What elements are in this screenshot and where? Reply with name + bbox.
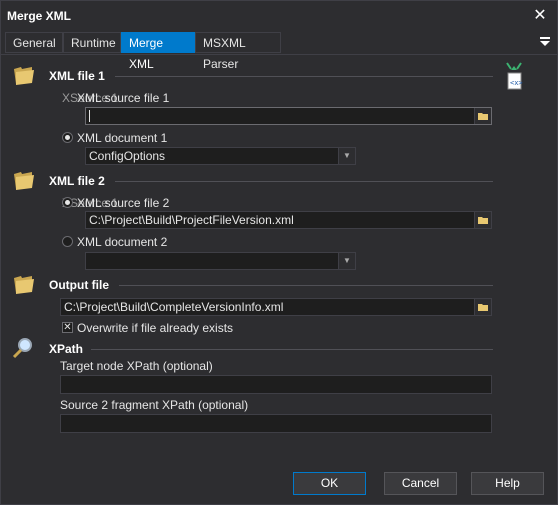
target-xpath-label: Target node XPath (optional) — [60, 359, 213, 373]
title-bar: Merge XML ✕ — [1, 1, 557, 31]
option-document-2-label: XML document 2 — [77, 235, 168, 249]
section-title-xpath: XPath — [49, 342, 84, 356]
folder-icon — [14, 172, 34, 190]
text-caret — [89, 110, 90, 122]
overwrite-checkbox[interactable]: ✕ — [62, 322, 73, 333]
browse-folder-icon[interactable] — [474, 212, 491, 228]
tab-msxml-parser[interactable]: MSXML Parser — [195, 32, 281, 71]
magnifier-icon — [12, 338, 32, 359]
folder-icon — [14, 276, 34, 294]
output-file-value: C:\Project\Build\CompleteVersionInfo.xml — [64, 300, 284, 314]
merge-xml-icon: <x> — [506, 62, 523, 90]
overwrite-label: Overwrite if file already exists — [77, 321, 234, 335]
section-rule — [115, 181, 493, 182]
cancel-button[interactable]: Cancel — [384, 472, 457, 495]
tab-menu-icon[interactable] — [539, 35, 551, 47]
browse-folder-icon[interactable] — [474, 299, 491, 315]
tab-divider — [1, 54, 557, 55]
ok-button[interactable]: OK — [293, 472, 366, 495]
source2-xpath-label: Source 2 fragment XPath (optional) — [60, 398, 249, 412]
tab-merge-xml[interactable]: Merge XML — [121, 32, 195, 71]
option-source-file-2-label: XML source file 2 — [77, 196, 170, 210]
source-file-2-value: C:\Project\Build\ProjectFileVersion.xml — [89, 213, 294, 227]
source-file-2-field[interactable]: C:\Project\Build\ProjectFileVersion.xml — [85, 211, 492, 229]
source2-xpath-field[interactable] — [60, 414, 492, 433]
merge-xml-dialog: Merge XML ✕ General Runtime Merge XML MS… — [0, 0, 558, 505]
document-1-value: ConfigOptions — [89, 149, 166, 163]
option-source-file-1-label: XML source file 1 — [77, 91, 170, 105]
browse-folder-icon[interactable] — [474, 108, 491, 124]
tab-general[interactable]: General — [5, 32, 63, 53]
option-document-1-label: XML document 1 — [77, 131, 168, 145]
tab-runtime[interactable]: Runtime — [63, 32, 121, 53]
chevron-down-icon[interactable]: ▼ — [338, 148, 355, 164]
section-title-output-file: Output file — [49, 278, 109, 292]
section-title-xml-file-1: XML file 1 — [49, 69, 105, 83]
document-2-combo[interactable]: ▼ — [85, 252, 356, 270]
section-rule — [115, 76, 493, 77]
svg-text:<x>: <x> — [510, 79, 523, 87]
section-rule — [119, 285, 493, 286]
radio-xml-document-2[interactable] — [62, 236, 73, 247]
folder-icon — [14, 67, 34, 85]
radio-xml-source-file-2[interactable] — [62, 197, 73, 208]
source-file-1-field[interactable] — [85, 107, 492, 125]
chevron-down-icon[interactable]: ▼ — [338, 253, 355, 269]
section-rule — [91, 349, 493, 350]
radio-xml-document-1[interactable] — [62, 132, 73, 143]
output-file-field[interactable]: C:\Project\Build\CompleteVersionInfo.xml — [60, 298, 492, 316]
target-xpath-field[interactable] — [60, 375, 492, 394]
help-button[interactable]: Help — [471, 472, 544, 495]
section-title-xml-file-2: XML file 2 — [49, 174, 105, 188]
document-1-combo[interactable]: ConfigOptions ▼ — [85, 147, 356, 165]
dialog-title: Merge XML — [7, 9, 72, 23]
close-icon[interactable]: ✕ — [529, 5, 551, 27]
